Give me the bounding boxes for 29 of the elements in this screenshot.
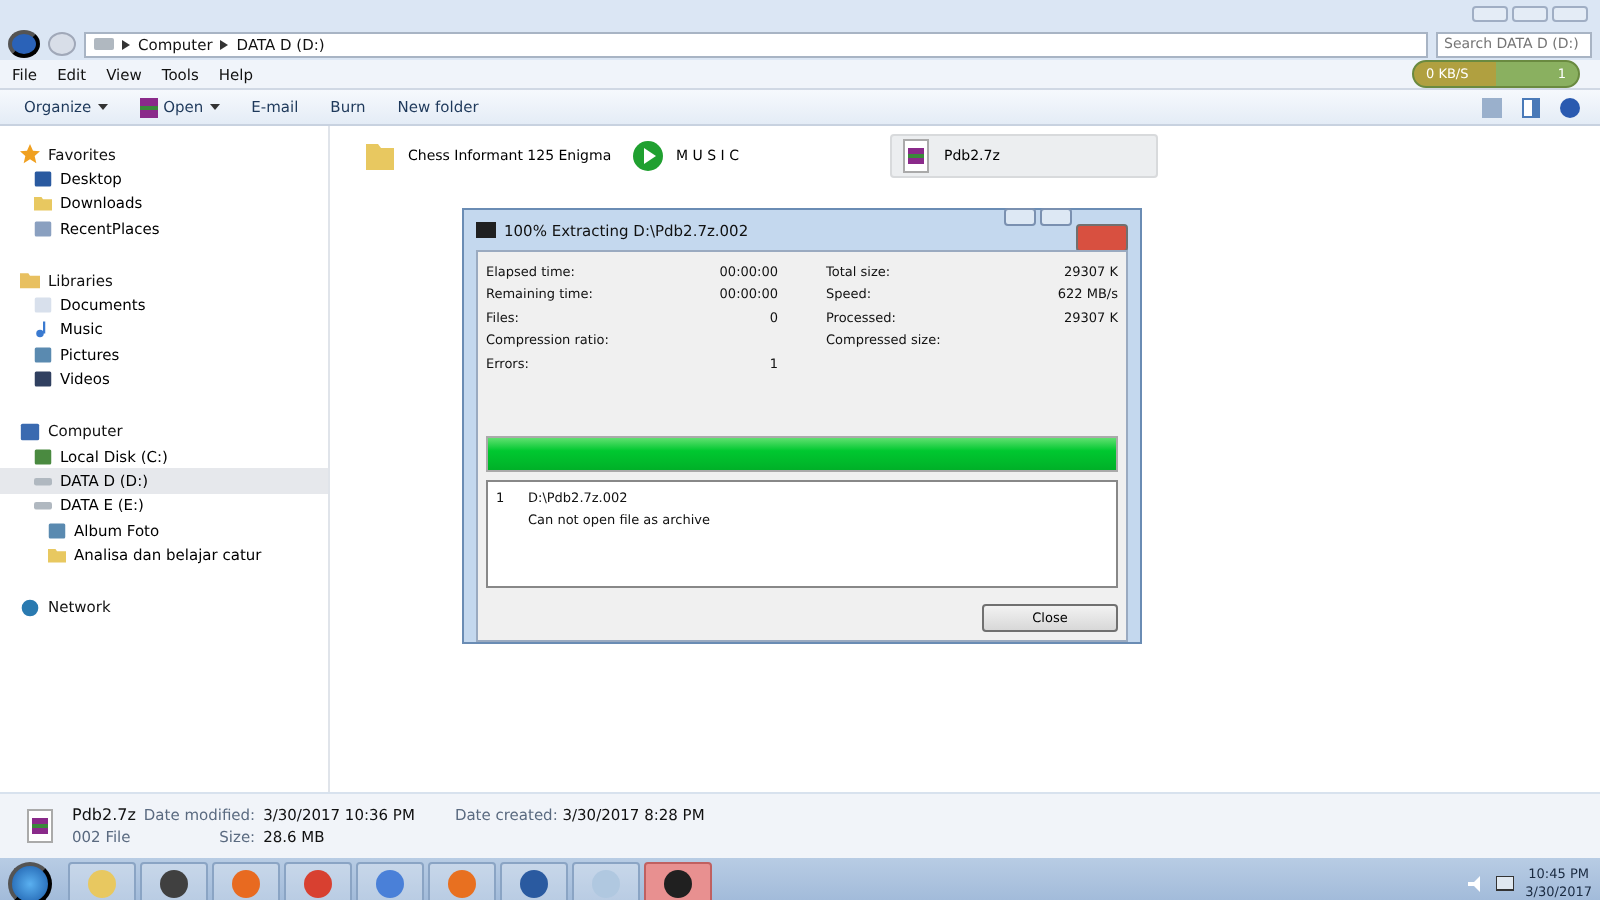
folder-icon (34, 194, 52, 213)
file-name: Pdb2.7z (72, 806, 136, 824)
back-button[interactable] (8, 30, 40, 58)
close-button[interactable] (1076, 224, 1128, 252)
drive-icon (94, 38, 114, 50)
caret-icon (97, 104, 108, 110)
folder-icon (364, 138, 396, 174)
library-icon (20, 270, 40, 291)
caret-icon (209, 104, 220, 110)
archive-icon (900, 138, 932, 174)
taskbar-app[interactable] (500, 861, 568, 900)
star-icon (20, 144, 40, 165)
maximize-button[interactable] (1040, 208, 1072, 226)
play-icon (632, 138, 664, 174)
folder-icon (48, 545, 66, 564)
archive-icon (24, 806, 56, 846)
chevron-icon (122, 39, 130, 49)
minimize-button[interactable] (1004, 208, 1036, 226)
start-button[interactable] (8, 861, 52, 900)
preview-pane-icon[interactable] (1522, 97, 1540, 117)
close-button[interactable] (1552, 6, 1588, 22)
minimize-button[interactable] (1472, 6, 1508, 22)
forward-button[interactable] (48, 32, 76, 56)
maximize-button[interactable] (1512, 6, 1548, 22)
taskbar-app[interactable] (140, 861, 208, 900)
archive-icon (139, 97, 158, 117)
speaker-icon[interactable] (1467, 875, 1484, 891)
taskbar-app[interactable] (644, 861, 712, 900)
chevron-icon (220, 39, 229, 49)
